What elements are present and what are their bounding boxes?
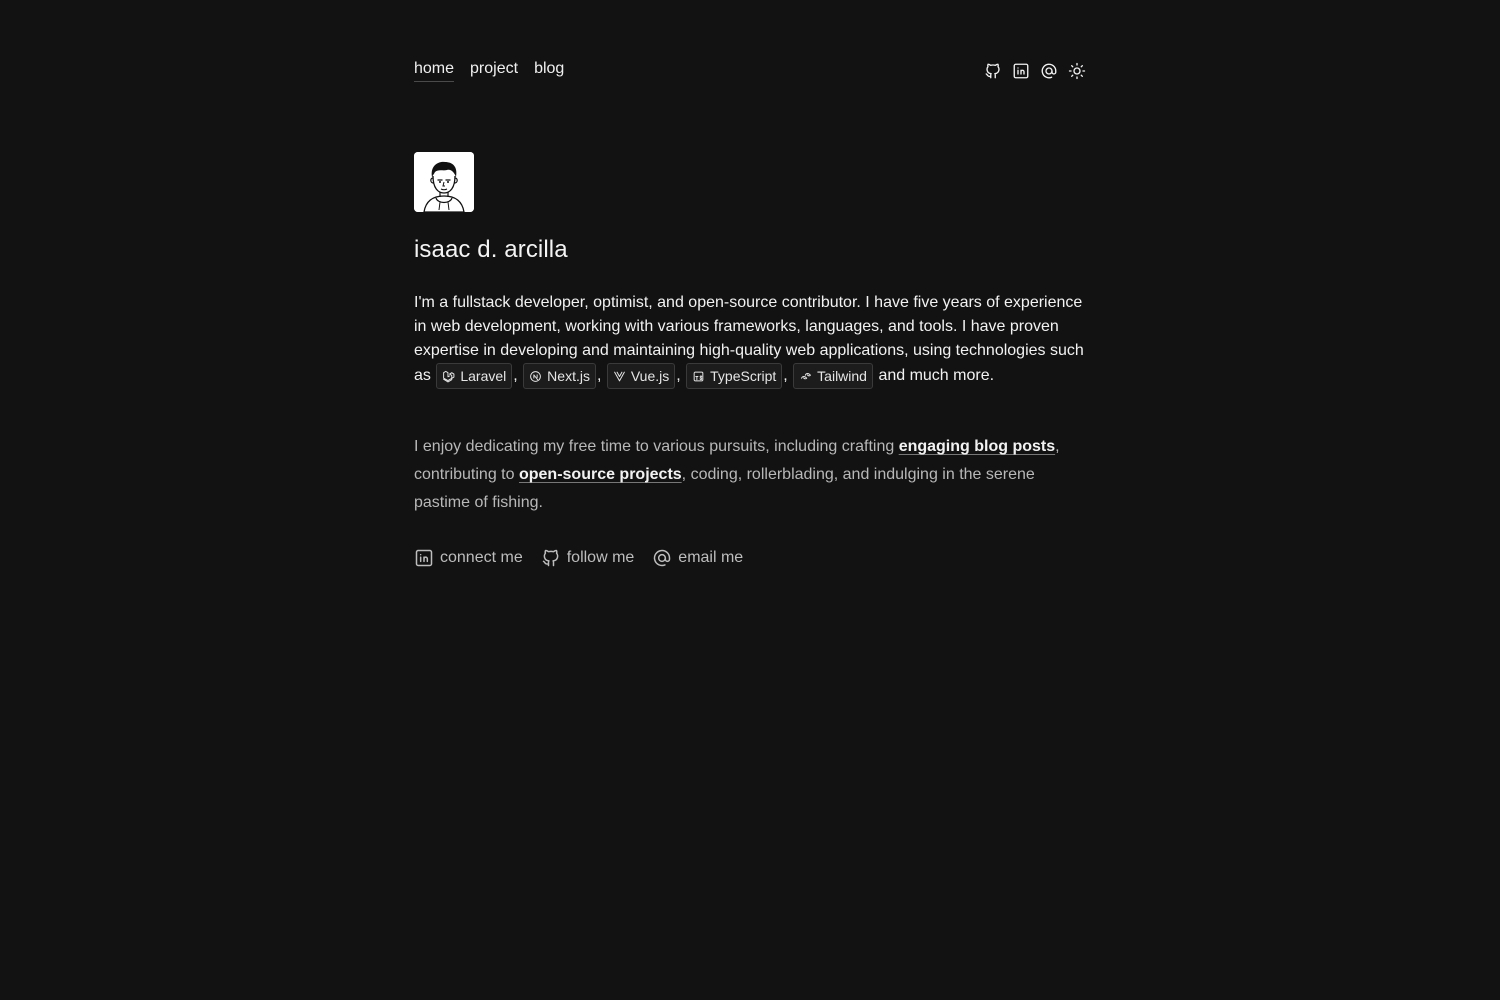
tech-badge-typescript: TypeScript bbox=[686, 363, 783, 389]
social-links: connect me follow me email me bbox=[414, 548, 743, 568]
laravel-icon bbox=[443, 370, 455, 382]
github-icon[interactable] bbox=[984, 62, 1002, 80]
avatar-illustration bbox=[414, 152, 474, 212]
blog-posts-link[interactable]: engaging blog posts bbox=[899, 438, 1055, 455]
hobby-paragraph: I enjoy dedicating my free time to vario… bbox=[414, 433, 1086, 517]
nav-home-link[interactable]: home bbox=[414, 60, 455, 82]
profile-name: isaac d. arcilla bbox=[414, 236, 568, 263]
nav-links: home project blog bbox=[414, 60, 564, 82]
at-sign-icon[interactable] bbox=[1040, 62, 1058, 80]
tailwind-icon bbox=[801, 372, 812, 379]
nav-project-link[interactable]: project bbox=[470, 60, 518, 82]
linkedin-icon bbox=[415, 549, 433, 567]
bio-outro: and much more. bbox=[878, 367, 995, 385]
top-nav: home project blog bbox=[414, 60, 1086, 86]
at-sign-icon bbox=[654, 549, 671, 567]
connect-me-link[interactable]: connect me bbox=[414, 548, 523, 568]
tech-badge-laravel: Laravel bbox=[436, 363, 513, 389]
typescript-icon bbox=[693, 371, 704, 381]
hobby-text-start: I enjoy dedicating my free time to vario… bbox=[414, 438, 895, 455]
follow-me-link[interactable]: follow me bbox=[541, 548, 634, 568]
email-me-link[interactable]: email me bbox=[652, 548, 743, 568]
tech-badge-nextjs: Next.js bbox=[523, 363, 596, 389]
nextjs-icon bbox=[530, 370, 542, 382]
github-icon bbox=[542, 549, 559, 567]
open-source-projects-link[interactable]: open-source projects bbox=[519, 466, 682, 483]
sun-icon[interactable] bbox=[1068, 62, 1086, 80]
vuejs-icon bbox=[613, 371, 625, 381]
bio-paragraph: I'm a fullstack developer, optimist, and… bbox=[414, 291, 1086, 389]
linkedin-icon[interactable] bbox=[1012, 62, 1030, 80]
nav-icons bbox=[984, 62, 1086, 80]
avatar bbox=[414, 152, 474, 212]
tech-badge-vuejs: Vue.js bbox=[606, 363, 676, 389]
tech-badge-tailwind: Tailwind bbox=[793, 363, 873, 389]
nav-blog-link[interactable]: blog bbox=[534, 60, 564, 82]
